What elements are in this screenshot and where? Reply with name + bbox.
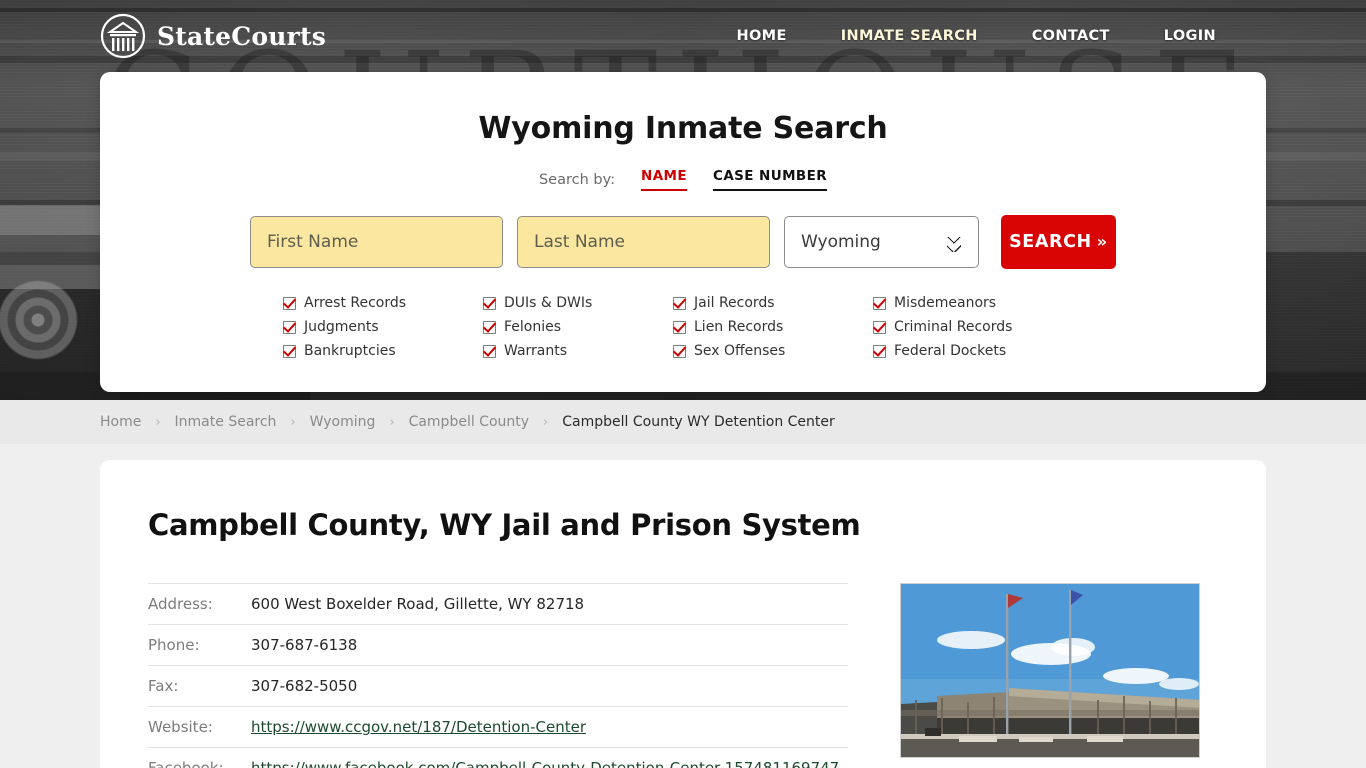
first-name-input[interactable]: [250, 216, 503, 268]
table-row: Website: https://www.ccgov.net/187/Deten…: [148, 707, 848, 748]
checkmark-icon: [873, 344, 886, 358]
inmate-search-card: Wyoming Inmate Search Search by: NAME CA…: [100, 72, 1266, 392]
checkmark-icon: [483, 296, 496, 310]
detail-value: 307-687-6138: [251, 636, 358, 654]
hero-banner: COURTHOUSE StateCourts HOME INMATE: [0, 0, 1366, 400]
record-type-checkbox-grid: Arrest Records DUIs & DWIs Jail Records …: [100, 295, 1266, 359]
table-row: Phone: 307-687-6138: [148, 625, 848, 666]
state-select[interactable]: Wyoming: [784, 216, 979, 268]
detail-value: 600 West Boxelder Road, Gillette, WY 827…: [242, 583, 848, 625]
checkmark-icon: [673, 320, 686, 334]
checkbox-label: Misdemeanors: [894, 295, 997, 311]
facility-photo: [900, 583, 1200, 758]
detail-key: Facebook:: [148, 759, 224, 768]
checkmark-icon: [673, 344, 686, 358]
main-nav-links: HOME INMATE SEARCH CONTACT LOGIN: [683, 28, 1216, 44]
checkbox-label: Jail Records: [694, 295, 775, 311]
detail-key: Address:: [148, 583, 242, 625]
chevron-right-icon: ›: [290, 414, 296, 430]
detail-value: 307-682-5050: [251, 677, 358, 695]
checkbox-label: Judgments: [304, 319, 379, 335]
tab-case-number[interactable]: CASE NUMBER: [713, 168, 828, 191]
table-row: Facebook: https://www.facebook.com/Campb…: [148, 748, 848, 768]
detail-value-link: https://www.ccgov.net/187/Detention-Cent…: [242, 707, 848, 748]
tab-name[interactable]: NAME: [641, 168, 688, 191]
checkbox-federal-dockets[interactable]: Federal Dockets: [873, 343, 1083, 359]
facility-detail-wrap: Address: 600 West Boxelder Road, Gillett…: [100, 583, 1266, 768]
checkbox-sex-offenses[interactable]: Sex Offenses: [673, 343, 873, 359]
checkmark-icon: [483, 344, 496, 358]
courthouse-logo-icon: [100, 13, 146, 59]
table-row: Address: 600 West Boxelder Road, Gillett…: [148, 583, 848, 625]
checkbox-lien-records[interactable]: Lien Records: [673, 319, 873, 335]
breadcrumb-item-inmate-search[interactable]: Inmate Search: [175, 414, 277, 430]
checkbox-duis-dwis[interactable]: DUIs & DWIs: [483, 295, 673, 311]
detail-key: Phone:: [148, 636, 200, 654]
checkmark-icon: [283, 320, 296, 334]
search-button[interactable]: SEARCH»: [1000, 215, 1116, 269]
search-by-row: Search by: NAME CASE NUMBER: [100, 168, 1266, 191]
checkmark-icon: [873, 296, 886, 310]
website-link[interactable]: https://www.ccgov.net/187/Detention-Cent…: [251, 718, 586, 736]
checkbox-label: Felonies: [504, 319, 562, 335]
search-by-label: Search by:: [538, 171, 615, 188]
checkmark-icon: [873, 320, 886, 334]
checkbox-judgments[interactable]: Judgments: [283, 319, 483, 335]
checkbox-bankruptcies[interactable]: Bankruptcies: [283, 343, 483, 359]
nav-item-contact[interactable]: CONTACT: [1032, 28, 1110, 44]
checkbox-label: DUIs & DWIs: [504, 295, 593, 311]
breadcrumb-item-campbell-county[interactable]: Campbell County: [409, 414, 529, 430]
last-name-input[interactable]: [517, 216, 770, 268]
checkbox-warrants[interactable]: Warrants: [483, 343, 673, 359]
checkmark-icon: [283, 296, 296, 310]
search-card-title: Wyoming Inmate Search: [478, 111, 888, 146]
page-title: Campbell County, WY Jail and Prison Syst…: [148, 508, 861, 542]
checkbox-label: Sex Offenses: [694, 343, 786, 359]
top-navigation-bar: StateCourts HOME INMATE SEARCH CONTACT L…: [0, 0, 1366, 72]
nav-item-home[interactable]: HOME: [737, 28, 787, 44]
facility-detail-card: Campbell County, WY Jail and Prison Syst…: [100, 460, 1266, 768]
chevron-right-icon: ›: [389, 414, 395, 430]
checkbox-jail-records[interactable]: Jail Records: [673, 295, 873, 311]
breadcrumb-item-current: Campbell County WY Detention Center: [562, 414, 835, 430]
checkbox-label: Bankruptcies: [304, 343, 396, 359]
checkmark-icon: [483, 320, 496, 334]
checkbox-label: Warrants: [504, 343, 568, 359]
chevron-right-icon: ›: [155, 414, 161, 430]
checkmark-icon: [283, 344, 296, 358]
checkbox-label: Arrest Records: [304, 295, 407, 311]
facebook-link[interactable]: https://www.facebook.com/Campbell-County…: [251, 759, 839, 768]
search-form-row: Wyoming SEARCH»: [100, 215, 1266, 269]
facility-detail-table: Address: 600 West Boxelder Road, Gillett…: [148, 583, 848, 768]
checkbox-label: Federal Dockets: [894, 343, 1007, 359]
checkbox-criminal-records[interactable]: Criminal Records: [873, 319, 1083, 335]
breadcrumb-item-home[interactable]: Home: [100, 414, 141, 430]
search-button-label: SEARCH: [1009, 232, 1092, 252]
checkmark-icon: [673, 296, 686, 310]
breadcrumb-item-wyoming[interactable]: Wyoming: [310, 414, 376, 430]
checkbox-label: Lien Records: [694, 319, 784, 335]
detail-key: Website:: [148, 718, 213, 736]
detail-key: Fax:: [148, 677, 179, 695]
facility-photo-image: [901, 584, 1199, 757]
table-row: Fax: 307-682-5050: [148, 666, 848, 707]
detail-value-link: https://www.facebook.com/Campbell-County…: [242, 748, 848, 768]
checkbox-label: Criminal Records: [894, 319, 1013, 335]
nav-item-inmate-search[interactable]: INMATE SEARCH: [841, 28, 978, 44]
checkbox-arrest-records[interactable]: Arrest Records: [283, 295, 483, 311]
nav-item-login[interactable]: LOGIN: [1164, 28, 1216, 44]
checkbox-felonies[interactable]: Felonies: [483, 319, 673, 335]
breadcrumb: Home › Inmate Search › Wyoming › Campbel…: [0, 400, 1366, 444]
double-chevron-right-icon: »: [1096, 232, 1108, 251]
checkbox-misdemeanors[interactable]: Misdemeanors: [873, 295, 1083, 311]
chevron-right-icon: ›: [543, 414, 549, 430]
brand-name: StateCourts: [157, 21, 326, 51]
brand-logo-link[interactable]: StateCourts: [100, 13, 326, 59]
